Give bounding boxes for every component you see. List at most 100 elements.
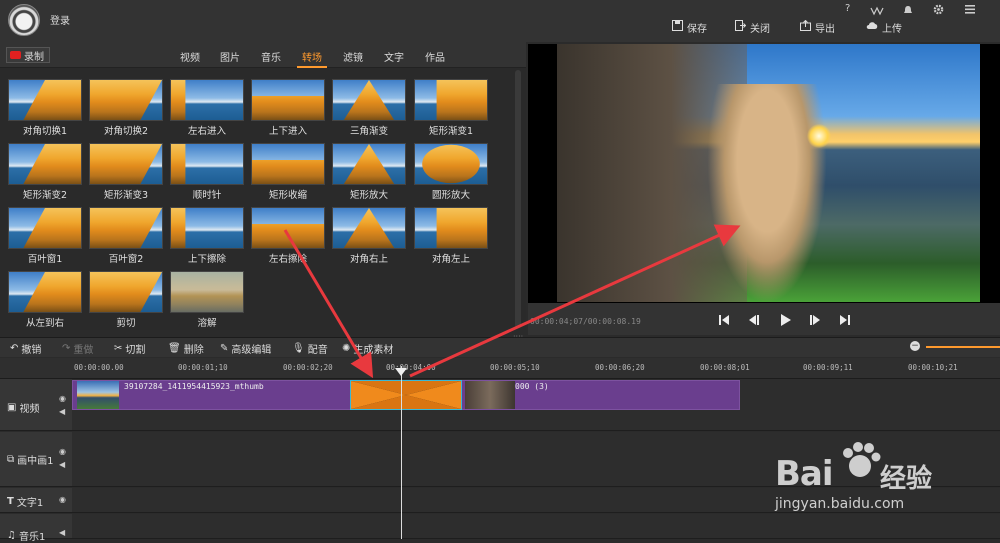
transition-thumb[interactable] <box>332 79 406 121</box>
save-button[interactable]: 保存 <box>672 20 707 35</box>
tab-image[interactable]: 图片 <box>220 49 240 64</box>
playhead[interactable] <box>401 366 402 539</box>
film-reel-icon: ✺ <box>342 343 351 354</box>
edit-toolbar <box>0 337 1000 357</box>
ruler-tick: 00:00:00.00 <box>74 363 124 372</box>
tab-transition[interactable]: 转场 <box>302 49 322 64</box>
transition-block[interactable] <box>350 380 462 410</box>
transition-thumb[interactable] <box>332 143 406 185</box>
track-music[interactable] <box>72 514 1000 539</box>
panel-scrollbar[interactable] <box>515 70 521 328</box>
help-icon[interactable]: ? <box>845 3 850 14</box>
transition-label: 从左到右 <box>25 318 64 329</box>
paw-logo <box>838 440 882 487</box>
play-button[interactable] <box>778 313 792 327</box>
tab-text[interactable]: 文字 <box>384 49 404 64</box>
transition-label: 百叶窗2 <box>108 254 144 265</box>
redo-label: 重做 <box>73 345 94 356</box>
zoom-slider[interactable] <box>926 346 1000 348</box>
volume-icon[interactable]: ◀ <box>59 528 65 537</box>
visibility-icon[interactable]: ◉ <box>59 495 66 504</box>
tab-video[interactable]: 视频 <box>180 49 200 64</box>
visibility-icon[interactable]: ◉ <box>59 394 66 403</box>
generate-button[interactable]: ✺ 生成素材 <box>342 341 393 356</box>
login-link[interactable]: 登录 <box>50 12 70 27</box>
transition-thumb[interactable] <box>170 271 244 313</box>
playhead-handle[interactable] <box>395 368 407 376</box>
transition-thumb[interactable] <box>89 79 163 121</box>
undo-button[interactable]: ↶ 撤销 <box>10 341 41 356</box>
redo-button[interactable]: ↷ 重做 <box>62 341 93 356</box>
tab-filter[interactable]: 滤镜 <box>343 49 363 64</box>
transition-label: 剪切 <box>116 318 136 329</box>
transition-thumb[interactable] <box>89 271 163 313</box>
transition-thumb[interactable] <box>251 143 325 185</box>
transition-x-icon <box>351 381 461 409</box>
transition-label: 顺时针 <box>192 190 222 201</box>
advanced-edit-label: 高级编辑 <box>231 345 272 356</box>
transition-thumb[interactable] <box>8 79 82 121</box>
visibility-icon[interactable]: ◉ <box>59 447 66 456</box>
transition-label: 对角切换1 <box>22 126 68 137</box>
transition-label: 矩形渐变3 <box>103 190 149 201</box>
transition-thumb[interactable] <box>414 143 488 185</box>
zoom-out-button[interactable]: − <box>910 341 920 351</box>
close-icon <box>735 20 747 34</box>
tab-works[interactable]: 作品 <box>425 49 445 64</box>
record-button[interactable]: 录制 <box>6 47 50 63</box>
user-avatar[interactable] <box>8 4 40 36</box>
tab-music[interactable]: 音乐 <box>261 49 281 64</box>
record-label: 录制 <box>24 51 44 63</box>
transition-thumb[interactable] <box>170 79 244 121</box>
watermark-url: jingyan.baidu.com <box>775 496 905 512</box>
track-label-video: ▣ 视频 <box>7 402 40 415</box>
delete-label: 删除 <box>183 345 204 356</box>
transition-thumb[interactable] <box>89 143 163 185</box>
export-button[interactable]: 导出 <box>800 19 835 35</box>
generate-label: 生成素材 <box>353 345 394 356</box>
dub-label: 配音 <box>307 345 328 356</box>
track-label-pip: ⧉ 画中画1 <box>7 454 54 467</box>
transition-thumb[interactable] <box>89 207 163 249</box>
redo-icon: ↷ <box>62 343 71 354</box>
transition-label: 圆形放大 <box>431 190 470 201</box>
transition-thumb[interactable] <box>251 79 325 121</box>
menu-icon[interactable] <box>965 4 975 17</box>
volume-icon[interactable]: ◀ <box>59 407 65 416</box>
transition-thumb[interactable] <box>332 207 406 249</box>
volume-icon[interactable]: ◀ <box>59 460 65 469</box>
upload-button[interactable]: 上传 <box>866 20 902 35</box>
upload-label: 上传 <box>882 23 902 35</box>
ruler-tick: 00:00:06;20 <box>595 363 645 372</box>
ruler-tick: 00:00:01;10 <box>178 363 228 372</box>
transition-thumb[interactable] <box>8 271 82 313</box>
scissors-icon: ✂ <box>114 343 123 354</box>
cut-button[interactable]: ✂ 切割 <box>114 341 145 356</box>
transition-thumb[interactable] <box>414 79 488 121</box>
watermark-cn: 经验 <box>880 464 933 494</box>
transition-thumb[interactable] <box>170 207 244 249</box>
transition-label: 上下擦除 <box>187 254 226 265</box>
prev-frame-button[interactable] <box>747 313 761 327</box>
transition-thumb[interactable] <box>170 143 244 185</box>
gear-icon[interactable] <box>933 4 944 18</box>
clip-thumbnail <box>77 381 119 409</box>
ruler-tick: 00:00:04;00 <box>386 363 436 372</box>
bell-icon[interactable] <box>903 5 913 18</box>
close-button[interactable]: 关闭 <box>735 20 770 35</box>
vip-icon[interactable] <box>870 6 884 18</box>
transition-thumb[interactable] <box>8 207 82 249</box>
trash-icon: 🗑 <box>168 343 181 354</box>
skip-start-button[interactable] <box>717 313 731 327</box>
transition-thumb[interactable] <box>251 207 325 249</box>
next-frame-button[interactable] <box>808 313 822 327</box>
close-label: 关闭 <box>750 23 770 35</box>
advanced-edit-button[interactable]: ✎ 高级编辑 <box>220 341 271 356</box>
transition-label: 矩形渐变1 <box>428 126 474 137</box>
dub-button[interactable]: 🎙 配音 <box>292 341 328 356</box>
transition-thumb[interactable] <box>8 143 82 185</box>
skip-end-button[interactable] <box>838 313 852 327</box>
transition-thumb[interactable] <box>414 207 488 249</box>
save-label: 保存 <box>687 23 707 35</box>
delete-button[interactable]: 🗑 删除 <box>168 341 204 356</box>
